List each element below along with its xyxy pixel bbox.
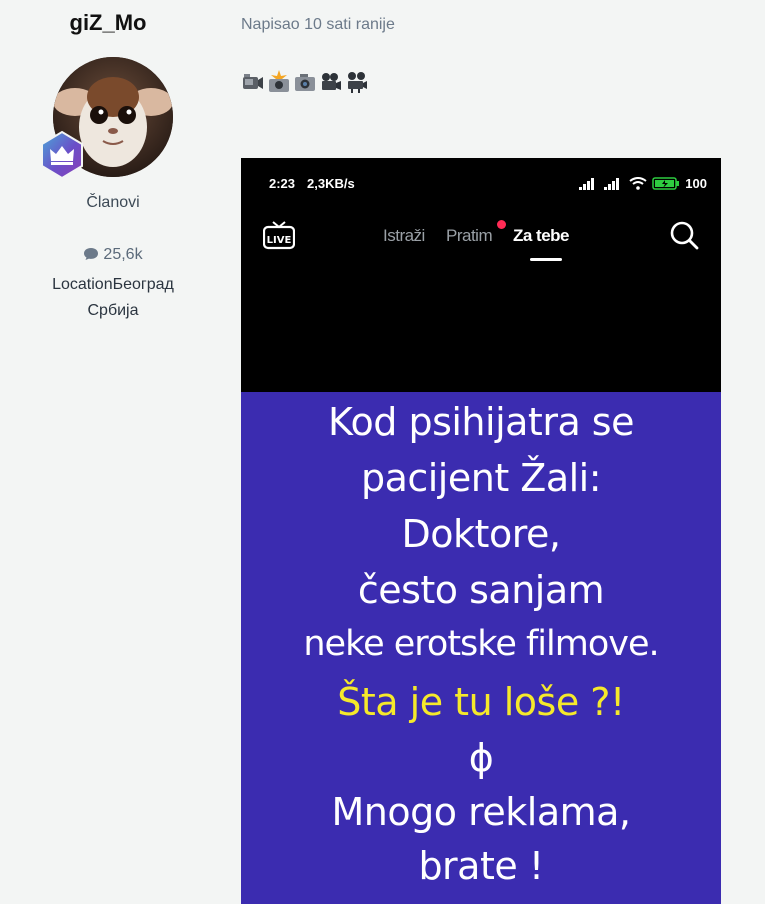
post-emoji-row — [241, 70, 369, 96]
meme-line: pacijent Žali: — [360, 456, 602, 500]
crown-badge-icon — [37, 130, 87, 180]
speech-bubble-icon — [83, 247, 99, 266]
meme-line: brate ! — [418, 844, 544, 888]
meme-line: Kod psihijatra se — [327, 400, 635, 444]
search-icon[interactable] — [669, 220, 699, 250]
meme-line: često sanjam — [357, 568, 605, 612]
camera-icon — [295, 74, 315, 91]
tab-following[interactable]: Pratim — [446, 226, 493, 246]
active-tab-indicator — [530, 258, 562, 261]
battery-value: 100 — [685, 176, 707, 191]
svg-text:LIVE: LIVE — [267, 235, 292, 246]
meme-highlight-line: Šta je tu loše ?! — [337, 680, 625, 724]
meme-line: Mnogo reklama, — [331, 790, 631, 834]
meme-line: Doktore, — [401, 512, 561, 556]
status-speed: 2,3KB/s — [307, 176, 355, 191]
status-time: 2:23 — [269, 176, 296, 191]
author-group: Članovi — [86, 194, 140, 211]
phone-top-nav: LIVE Istraži Pratim Za tebe — [241, 218, 721, 262]
location-line-2: Србија — [87, 302, 139, 319]
meme-separator: ϕ — [468, 736, 494, 780]
movie-camera-icon — [322, 73, 341, 90]
camera-flash-icon — [269, 70, 289, 92]
embedded-screenshot[interactable]: 2:23 2,3KB/s 100 LIVE Istraži Pratim Za … — [241, 158, 721, 904]
location-line-1: LocationБеоград — [52, 276, 174, 293]
wifi-icon — [629, 177, 647, 190]
meme-line: neke erotske filmove. — [303, 624, 659, 664]
post-count[interactable]: 25,6k — [0, 246, 226, 266]
video-camera-icon — [243, 74, 263, 89]
meme-image: Kod psihijatra se pacijent Žali: Doktore… — [241, 392, 721, 904]
signal-icon — [604, 177, 620, 190]
tab-explore[interactable]: Istraži — [383, 226, 425, 246]
author-location: LocationБеоград Србија — [0, 272, 226, 324]
author-username[interactable]: giZ_Mo — [0, 10, 216, 36]
signal-icon — [579, 177, 595, 190]
post-count-value: 25,6k — [103, 246, 143, 263]
notification-dot — [497, 220, 506, 229]
tab-for-you[interactable]: Za tebe — [513, 226, 570, 246]
live-icon[interactable]: LIVE — [263, 220, 295, 250]
phone-status-bar: 2:23 2,3KB/s 100 — [241, 176, 721, 196]
film-projector-icon — [348, 72, 367, 93]
post-time[interactable]: Napisao 10 sati ranije — [241, 16, 395, 34]
battery-icon — [652, 177, 680, 190]
status-right: 100 — [579, 176, 707, 191]
